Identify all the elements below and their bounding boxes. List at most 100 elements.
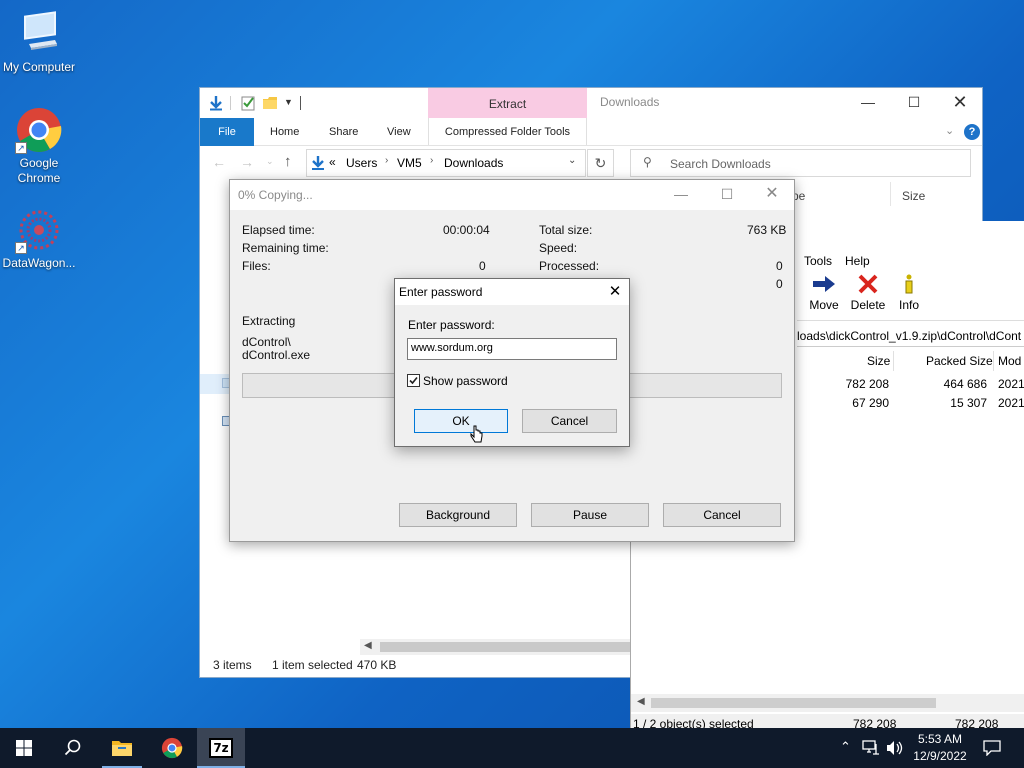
compression-value: 0 — [776, 277, 783, 291]
cancel-button[interactable]: Cancel — [663, 503, 781, 527]
up-arrow-icon[interactable]: ↑ — [284, 153, 292, 170]
downloads-folder-icon — [312, 156, 324, 170]
mouse-cursor-icon — [470, 425, 483, 443]
total-size-value: 763 KB — [747, 223, 787, 237]
taskbar-chrome[interactable] — [148, 728, 196, 768]
table-row[interactable]: 67 290 15 307 2021- — [797, 394, 1024, 413]
nav-pane-selected-item[interactable] — [200, 374, 230, 394]
background-button[interactable]: Background — [399, 503, 517, 527]
desktop-icon-google-chrome[interactable]: ↗ Google Chrome — [0, 106, 78, 186]
show-password-label[interactable]: Show password — [423, 374, 508, 388]
start-button[interactable] — [0, 728, 48, 768]
total-size-label: Total size: — [539, 223, 593, 237]
back-arrow-icon[interactable]: ← — [212, 154, 226, 170]
scroll-left-icon[interactable]: ◀ — [637, 696, 645, 707]
window-title: Downloads — [600, 95, 660, 109]
windows-logo-icon — [16, 740, 32, 756]
move-button[interactable]: Move — [803, 273, 845, 312]
properties-icon[interactable] — [240, 95, 256, 111]
info-icon — [905, 274, 913, 294]
refresh-button[interactable]: ↻ — [587, 149, 614, 177]
recent-locations-icon[interactable]: ⌄ — [266, 156, 274, 167]
elapsed-time-label: Elapsed time: — [242, 223, 315, 237]
desktop-icon-my-computer[interactable]: My Computer — [0, 10, 78, 75]
column-header-size[interactable]: Size — [867, 354, 890, 368]
minimize-button[interactable]: — — [845, 88, 891, 118]
search-icon — [64, 739, 81, 756]
breadcrumb-overflow[interactable]: « — [329, 155, 336, 169]
maximize-button[interactable]: ☐ — [704, 180, 750, 210]
delete-label: Delete — [850, 298, 886, 312]
computer-icon — [15, 10, 63, 58]
tab-file[interactable]: File — [200, 118, 254, 146]
ribbon-expand-icon[interactable]: ⌄ — [945, 124, 954, 137]
breadcrumb-downloads[interactable]: Downloads — [444, 156, 503, 170]
scrollbar-thumb[interactable] — [380, 642, 630, 652]
search-input[interactable]: ⚲ Search Downloads — [630, 149, 971, 177]
processed-value: 0 — [776, 259, 783, 273]
table-row[interactable]: 782 208 464 686 2021- — [797, 375, 1024, 394]
show-password-checkbox[interactable] — [407, 374, 420, 387]
column-headers: Size Packed Size Mod — [797, 351, 1024, 373]
close-button[interactable]: ✕ — [601, 280, 629, 304]
tab-view[interactable]: View — [387, 118, 411, 146]
minimize-button[interactable]: — — [658, 180, 704, 210]
menu-tools[interactable]: Tools — [804, 254, 832, 268]
pause-button[interactable]: Pause — [531, 503, 649, 527]
breadcrumb-separator-icon[interactable]: › — [385, 155, 388, 166]
extract-label: Extract — [488, 97, 527, 111]
row-packed-size: 464 686 — [943, 377, 987, 391]
maximize-button[interactable]: ☐ — [891, 88, 937, 118]
toolbar: Move Delete Info — [797, 269, 1024, 321]
info-label: Info — [898, 298, 919, 312]
chrome-icon — [161, 737, 183, 759]
tab-home[interactable]: Home — [270, 118, 299, 146]
show-hidden-icons-icon[interactable]: ⌃ — [840, 739, 851, 755]
column-header-size[interactable]: Size — [902, 189, 925, 203]
forward-arrow-icon[interactable]: → — [240, 154, 254, 170]
files-label: Files: — [242, 259, 271, 273]
tab-share[interactable]: Share — [329, 118, 358, 146]
quick-access-dropdown-icon[interactable]: ▼ — [284, 97, 293, 107]
delete-button[interactable]: Delete — [847, 273, 889, 312]
checkmark-icon — [409, 376, 418, 385]
info-button[interactable]: Info — [891, 273, 927, 312]
processed-label: Processed: — [539, 259, 600, 273]
ok-button[interactable]: OK — [414, 409, 508, 433]
close-button[interactable]: ✕ — [749, 180, 795, 210]
horizontal-scrollbar[interactable]: ◀ — [631, 694, 1024, 712]
taskbar: 7z ⌃ 5:53 AM 12/9/2022 — [0, 728, 1024, 768]
address-bar[interactable]: « Users › VM5 › Downloads ⌄ — [306, 149, 586, 177]
password-input[interactable]: www.sordum.org — [407, 338, 617, 360]
clock-date[interactable]: 12/9/2022 — [908, 749, 972, 763]
move-label: Move — [809, 298, 839, 312]
volume-icon[interactable] — [886, 740, 904, 756]
new-folder-icon[interactable] — [262, 95, 278, 111]
column-header-packed-size[interactable]: Packed Size — [926, 354, 993, 368]
path-bar[interactable]: loads\dickControl_v1.9.zip\dControl\dCon… — [797, 325, 1024, 347]
clock-time[interactable]: 5:53 AM — [908, 732, 972, 746]
datawagon-icon: ↗ — [15, 206, 63, 254]
search-button[interactable] — [48, 728, 96, 768]
network-icon[interactable] — [862, 740, 880, 756]
desktop-icon-label: DataWagon... — [2, 256, 76, 270]
close-button[interactable]: ✕ — [937, 88, 983, 118]
breadcrumb-separator-icon[interactable]: › — [430, 155, 433, 166]
folder-icon — [112, 741, 132, 756]
help-icon[interactable]: ? — [964, 124, 980, 140]
scroll-left-icon[interactable]: ◀ — [364, 640, 372, 651]
desktop-icon-datawagon[interactable]: ↗ DataWagon... — [0, 206, 78, 271]
column-header-modified[interactable]: Mod — [998, 354, 1021, 368]
taskbar-file-explorer[interactable] — [98, 728, 146, 768]
remaining-time-label: Remaining time: — [242, 241, 329, 255]
breadcrumb-users[interactable]: Users — [346, 156, 377, 170]
notifications-icon[interactable] — [983, 740, 1001, 756]
taskbar-7zip[interactable]: 7z — [197, 728, 245, 768]
breadcrumb-vm5[interactable]: VM5 — [397, 156, 422, 170]
row-modified: 2021- — [998, 396, 1024, 410]
status-item-count: 3 items — [213, 658, 252, 672]
cancel-button[interactable]: Cancel — [522, 409, 617, 433]
scrollbar-thumb[interactable] — [651, 698, 936, 708]
address-dropdown-icon[interactable]: ⌄ — [568, 155, 576, 166]
menu-help[interactable]: Help — [845, 254, 870, 268]
